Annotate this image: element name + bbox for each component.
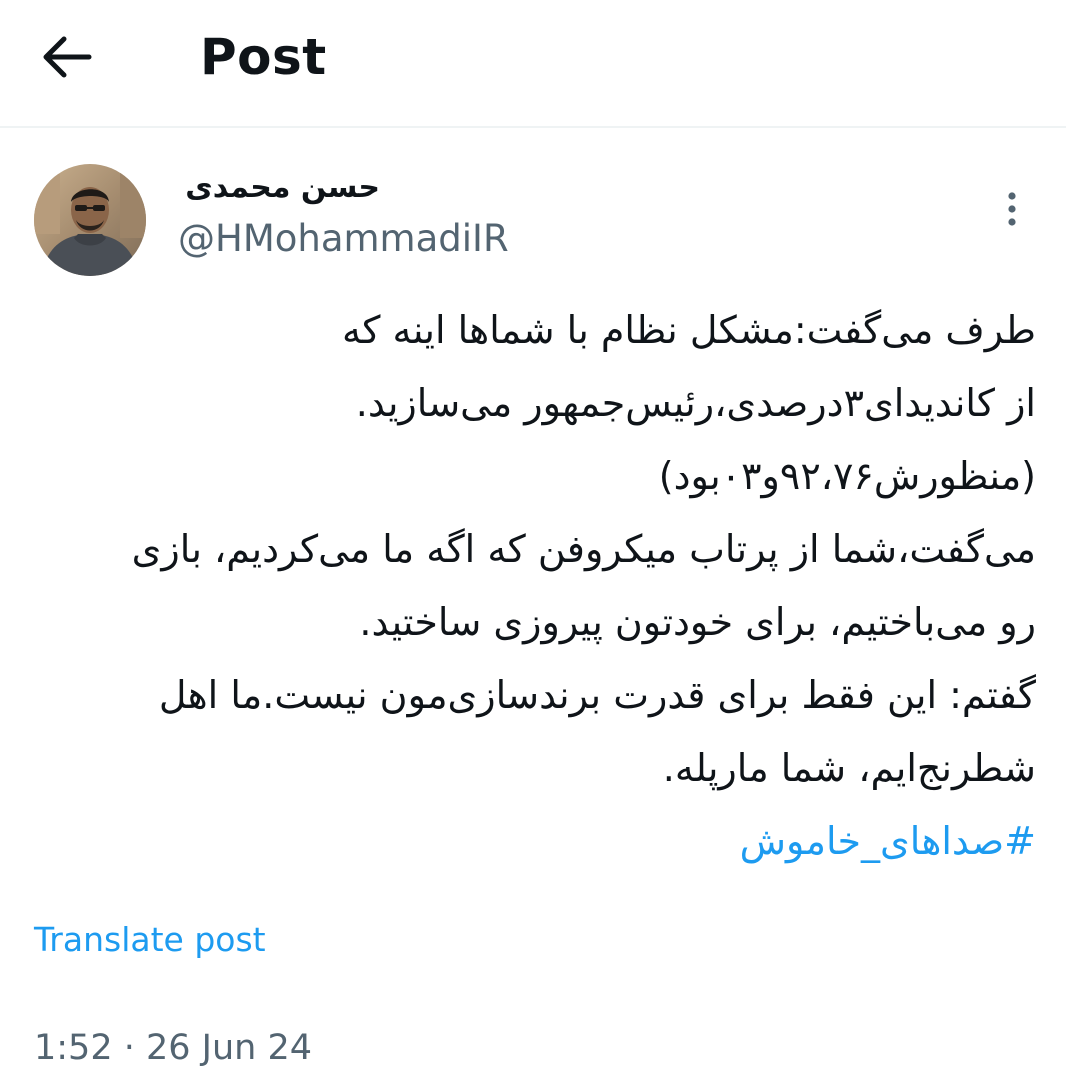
more-options-button[interactable]: [992, 184, 1032, 234]
tweet-line: (منظورش۹۲،۷۶و۰۳بود): [658, 454, 1036, 498]
hashtag-link[interactable]: #صداهای_خاموش: [28, 805, 1036, 878]
more-vertical-icon: [1008, 192, 1016, 226]
arrow-left-icon: [43, 36, 92, 78]
profile-photo: [34, 164, 146, 276]
back-button[interactable]: [40, 22, 120, 92]
author-display-name[interactable]: حسن محمدی: [178, 166, 380, 210]
tweet-line: رو می‌باختیم، برای خودتون پیروزی ساختید.: [359, 600, 1036, 644]
tweet-line: طرف می‌گفت:مشکل نظام با شماها اینه که: [341, 308, 1036, 352]
tweet-line: از کاندیدای۳درصدی،رئیس‌جمهور می‌سازید.: [355, 381, 1036, 425]
post-page: Post حسن محمدی @HMohammadi: [0, 0, 1066, 1080]
post-timestamp[interactable]: 1:52 · 26 Jun 24: [34, 1020, 312, 1076]
tweet-line: شطرنج‌ایم، شما مارپله.: [662, 746, 1036, 790]
tweet-line: می‌گفت،شما از پرتاب میکروفن که اگه ما می…: [131, 527, 1036, 571]
tweet-line: گفتم: این فقط برای قدرت برندسازی‌مون نیس…: [158, 673, 1036, 717]
author-handle[interactable]: @HMohammadiIR: [178, 214, 509, 264]
tweet-text: طرف می‌گفت:مشکل نظام با شماها اینه که از…: [28, 294, 1036, 878]
avatar[interactable]: [34, 164, 146, 276]
author-block[interactable]: حسن محمدی @HMohammadiIR: [178, 160, 598, 270]
top-bar: Post: [0, 0, 1066, 128]
page-title: Post: [200, 28, 327, 86]
translate-post-link[interactable]: Translate post: [34, 914, 266, 966]
